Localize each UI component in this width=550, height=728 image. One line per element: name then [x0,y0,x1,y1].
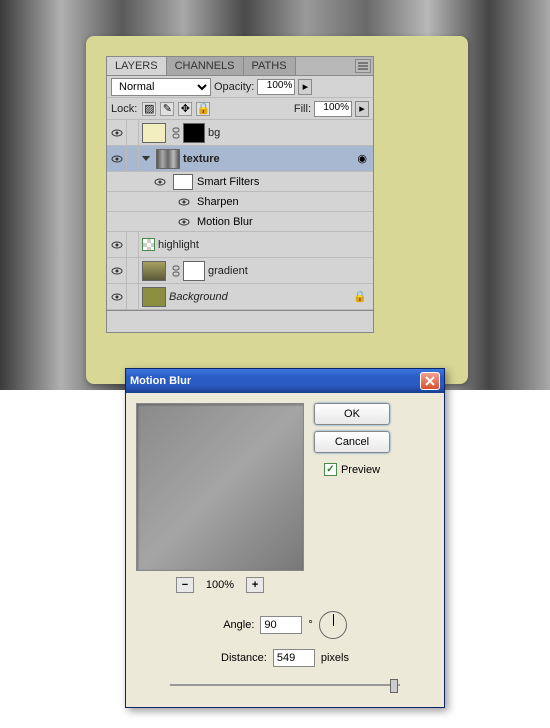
dialog-titlebar[interactable]: Motion Blur [126,369,444,393]
layer-highlight[interactable]: highlight [107,232,373,258]
distance-row: Distance: pixels [221,649,349,667]
degree-symbol: ° [308,619,312,631]
angle-input[interactable] [260,616,302,634]
dialog-params: Angle: ° Distance: pixels [126,603,444,707]
preview-label: Preview [341,464,380,476]
fill-arrow[interactable]: ▸ [355,101,369,117]
angle-row: Angle: ° [223,611,347,639]
lock-label: Lock: [111,103,137,115]
layer-thumb [142,261,166,281]
zoom-out-button[interactable]: − [176,577,194,593]
layer-bg[interactable]: bg [107,120,373,146]
layer-mask [183,123,205,143]
close-button[interactable] [420,372,440,390]
zoom-in-button[interactable]: + [246,577,264,593]
link-icon [171,265,181,277]
zoom-level: 100% [206,579,234,591]
blend-mode-select[interactable]: Normal [111,78,211,96]
layer-label: bg [208,127,373,139]
distance-label: Distance: [221,652,267,664]
distance-input[interactable] [273,649,315,667]
opacity-arrow[interactable]: ▸ [298,79,312,95]
ok-button[interactable]: OK [314,403,390,425]
cancel-button[interactable]: Cancel [314,431,390,453]
motion-blur-dialog: Motion Blur − 100% + OK Cancel ✓ Preview… [125,368,445,708]
cream-backdrop: LAYERS CHANNELS PATHS Normal Opacity: 10… [86,36,468,384]
fill-label: Fill: [294,103,311,115]
preview-area: − 100% + [136,403,304,593]
layer-label: gradient [208,265,373,277]
dialog-title: Motion Blur [130,375,420,387]
visibility-toggle[interactable] [175,192,193,212]
tab-layers[interactable]: LAYERS [107,57,167,75]
link-column [127,120,139,146]
link-column [127,146,139,172]
angle-dial[interactable] [319,611,347,639]
opacity-value[interactable]: 100% [257,79,295,95]
preview-checkbox[interactable]: ✓ [324,463,337,476]
preview-image[interactable] [136,403,304,571]
dialog-body: − 100% + OK Cancel ✓ Preview [126,393,444,603]
angle-label: Angle: [223,619,254,631]
preview-checkbox-row: ✓ Preview [324,463,380,476]
zoom-controls: − 100% + [176,577,264,593]
filter-label: Sharpen [197,196,239,208]
layer-list: bg texture ◉ Smart Filters Sharpen [107,120,373,310]
visibility-toggle[interactable] [151,172,169,192]
lock-all-icon[interactable]: 🔒 [196,102,210,116]
lock-position-icon[interactable]: ✥ [178,102,192,116]
layers-panel: LAYERS CHANNELS PATHS Normal Opacity: 10… [106,56,374,333]
link-column [127,232,139,258]
layer-label: texture [183,153,357,165]
lock-icons: ▨ ✎ ✥ 🔒 [142,102,210,116]
lock-icon: 🔒 [353,290,367,303]
panel-menu-button[interactable] [355,59,371,73]
link-column [127,258,139,284]
lock-transparency-icon[interactable]: ▨ [142,102,156,116]
link-column [127,284,139,310]
fill-value[interactable]: 100% [314,101,352,117]
layer-label: highlight [158,239,373,251]
disclosure-triangle-icon[interactable] [142,156,150,161]
panel-tabs: LAYERS CHANNELS PATHS [107,57,373,76]
distance-unit: pixels [321,652,349,664]
filter-mask-thumb [173,174,193,190]
layer-texture[interactable]: texture ◉ [107,146,373,172]
filter-sharpen[interactable]: Sharpen [107,192,373,212]
layer-mask [183,261,205,281]
opacity-label: Opacity: [214,81,254,93]
layer-thumb [156,149,180,169]
visibility-toggle[interactable] [107,146,127,172]
layer-thumb [142,123,166,143]
visibility-toggle[interactable] [107,232,127,258]
visibility-toggle[interactable] [107,258,127,284]
lock-pixels-icon[interactable]: ✎ [160,102,174,116]
slider-thumb[interactable] [390,679,398,693]
tab-paths[interactable]: PATHS [244,57,296,75]
layer-label: Background [169,291,353,303]
layer-background[interactable]: Background 🔒 [107,284,373,310]
tab-channels[interactable]: CHANNELS [167,57,244,75]
distance-slider[interactable] [170,677,400,693]
visibility-toggle[interactable] [107,120,127,146]
lock-fill-row: Lock: ▨ ✎ ✥ 🔒 Fill: 100% ▸ [107,98,373,120]
visibility-toggle[interactable] [175,212,193,232]
smart-object-icon: ◉ [357,152,367,165]
blend-opacity-row: Normal Opacity: 100% ▸ [107,76,373,98]
filter-label: Motion Blur [197,216,253,228]
link-icon [171,127,181,139]
layer-gradient[interactable]: gradient [107,258,373,284]
slider-track [170,684,400,686]
smart-filters-header[interactable]: Smart Filters [107,172,373,192]
panel-footer [107,310,373,332]
dialog-buttons: OK Cancel ✓ Preview [314,403,390,593]
layer-thumb [142,238,155,251]
smart-filters-label: Smart Filters [197,176,259,188]
filter-motion-blur[interactable]: Motion Blur [107,212,373,232]
visibility-toggle[interactable] [107,284,127,310]
layer-thumb [142,287,166,307]
